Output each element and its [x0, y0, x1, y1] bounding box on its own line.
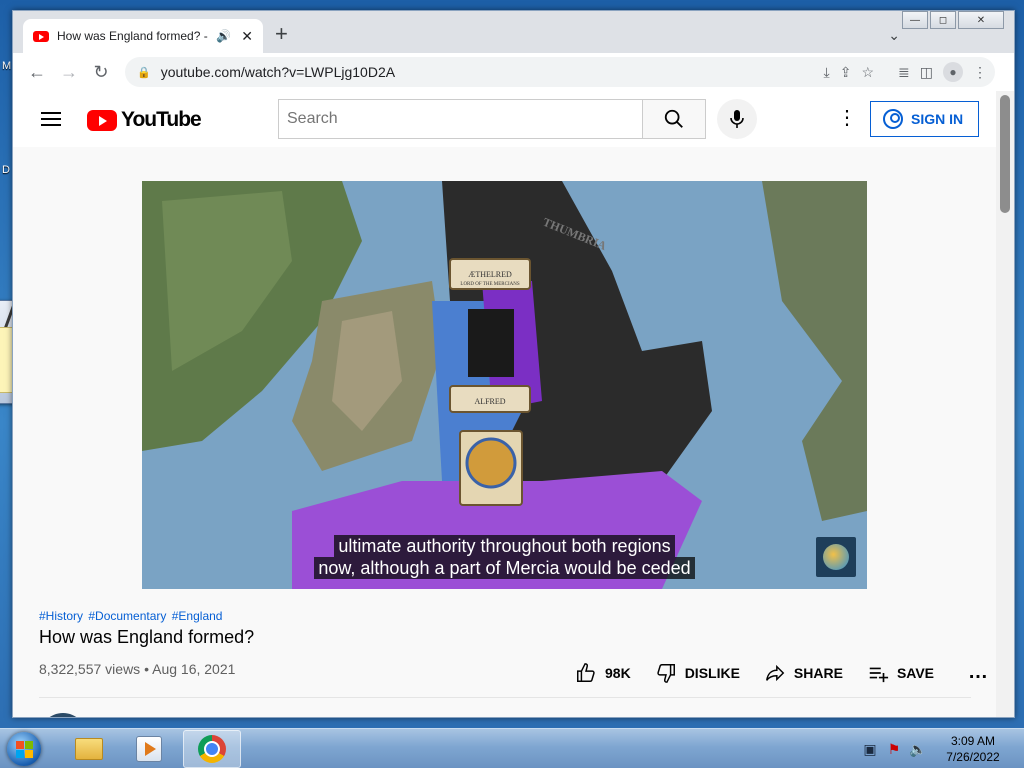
- close-window-button[interactable]: ✕: [958, 11, 1004, 29]
- tab-close-icon[interactable]: ✕: [241, 28, 253, 45]
- bookmark-star-icon[interactable]: ☆: [861, 64, 874, 81]
- side-panel-icon[interactable]: ◫: [920, 64, 933, 81]
- new-tab-button[interactable]: +: [275, 23, 288, 45]
- chrome-window: How was England formed? - 🔊 ✕ + ⌄ — ◻ ✕ …: [12, 10, 1015, 718]
- dislike-button[interactable]: DISLIKE: [655, 662, 740, 684]
- search-button[interactable]: [642, 99, 706, 139]
- settings-more-icon[interactable]: ⋮: [837, 107, 857, 129]
- url-text[interactable]: youtube.com/watch?v=LWPLjg10D2A: [161, 64, 395, 80]
- youtube-play-icon: [87, 109, 117, 131]
- minimize-button[interactable]: —: [902, 11, 928, 29]
- youtube-wordmark: YouTube: [121, 108, 202, 131]
- caption-line-1: ultimate authority throughout both regio…: [334, 535, 675, 557]
- chrome-menu-icon[interactable]: ⋮: [973, 64, 987, 81]
- view-count: 8,322,557 views: [39, 661, 141, 677]
- system-tray: ▣ ⚑ 🔈: [862, 729, 926, 768]
- video-player[interactable]: ÆTHELRED LORD OF THE MERCIANS ALFRED THU…: [142, 181, 867, 589]
- meta-separator: •: [144, 661, 149, 677]
- youtube-favicon-icon: [33, 30, 49, 42]
- caption-container: ultimate authority throughout both regio…: [142, 535, 867, 579]
- window-controls: — ◻ ✕: [902, 11, 1004, 29]
- save-button[interactable]: SAVE: [867, 662, 934, 684]
- thumbs-down-icon: [656, 663, 675, 683]
- thumbs-up-icon: [577, 662, 595, 682]
- share-button[interactable]: SHARE: [764, 662, 843, 684]
- tab-search-chevron-icon[interactable]: ⌄: [888, 27, 900, 44]
- tab-title: How was England formed? -: [57, 29, 208, 43]
- banner-text-alfred: ALFRED: [474, 397, 505, 406]
- hashtag-link[interactable]: #Documentary: [88, 609, 166, 623]
- audio-playing-icon[interactable]: 🔊: [216, 29, 231, 43]
- forward-button[interactable]: →: [53, 56, 85, 88]
- sign-in-button[interactable]: SIGN IN: [870, 101, 979, 137]
- browser-tab[interactable]: How was England formed? - 🔊 ✕: [23, 19, 263, 53]
- section-divider: [39, 697, 971, 698]
- upload-date: Aug 16, 2021: [152, 661, 236, 677]
- playlist-add-icon: [869, 667, 889, 682]
- action-center-flag-icon[interactable]: ⚑: [886, 741, 902, 757]
- chrome-icon: [198, 735, 226, 763]
- sign-in-label: SIGN IN: [911, 111, 964, 127]
- banner-subtext: LORD OF THE MERCIANS: [460, 282, 519, 287]
- account-circle-icon: [883, 109, 903, 129]
- browser-toolbar: ← → ↻ 🔒 youtube.com/watch?v=LWPLjg10D2A …: [13, 53, 1014, 91]
- start-button[interactable]: [2, 729, 46, 768]
- desktop-icon-fragment: D: [2, 164, 10, 176]
- scrollbar-thumb[interactable]: [1000, 95, 1010, 213]
- taskbar-chrome[interactable]: [183, 730, 241, 768]
- search-icon: [664, 109, 683, 128]
- lock-icon[interactable]: 🔒: [137, 66, 151, 79]
- video-frame-map: ÆTHELRED LORD OF THE MERCIANS ALFRED THU…: [142, 181, 867, 589]
- share-label: SHARE: [793, 664, 843, 681]
- install-app-icon[interactable]: ⤓: [824, 64, 830, 81]
- share-icon[interactable]: ⇪: [840, 64, 852, 81]
- network-icon[interactable]: ▣: [862, 741, 878, 757]
- banner-text-aethelred: ÆTHELRED: [468, 270, 512, 279]
- system-clock[interactable]: 3:09 AM 7/26/2022: [940, 733, 1006, 765]
- save-label: SAVE: [896, 664, 935, 681]
- clock-date: 7/26/2022: [946, 750, 1000, 764]
- profile-avatar-icon[interactable]: ●: [943, 62, 963, 82]
- taskbar: ▣ ⚑ 🔈 3:09 AM 7/26/2022: [0, 728, 1024, 768]
- share-arrow-icon: [765, 664, 785, 681]
- hamburger-menu-icon[interactable]: [41, 112, 61, 126]
- tab-strip: How was England formed? - 🔊 ✕ + ⌄ — ◻ ✕: [13, 11, 1014, 53]
- taskbar-media-player[interactable]: [120, 730, 178, 768]
- hashtag-link[interactable]: #England: [172, 609, 223, 623]
- like-button[interactable]: 98K: [575, 662, 631, 684]
- volume-icon[interactable]: 🔈: [909, 741, 926, 757]
- youtube-logo[interactable]: YouTube: [87, 108, 202, 132]
- microphone-icon: [730, 110, 744, 128]
- media-player-icon: [136, 736, 162, 762]
- page-viewport: YouTube ⋮ SIGN IN: [13, 91, 998, 717]
- desktop-icon-fragment: M: [2, 60, 12, 72]
- page-scrollbar[interactable]: [996, 91, 1014, 717]
- back-button[interactable]: ←: [21, 56, 53, 88]
- search-input[interactable]: [278, 99, 643, 139]
- clock-time: 3:09 AM: [950, 734, 996, 748]
- video-meta: 8,322,557 views • Aug 16, 2021: [39, 661, 235, 677]
- youtube-header: YouTube ⋮ SIGN IN: [13, 91, 998, 147]
- channel-watermark-icon[interactable]: [816, 537, 856, 577]
- video-actions: 98K DISLIKE SHARE SAVE …: [575, 661, 988, 684]
- address-bar[interactable]: 🔒 youtube.com/watch?v=LWPLjg10D2A ⤓ ⇪ ☆ …: [125, 57, 995, 87]
- voice-search-button[interactable]: [717, 99, 757, 139]
- channel-avatar[interactable]: [39, 713, 87, 717]
- like-count: 98K: [605, 664, 631, 681]
- hashtag-list: #History #Documentary #England: [39, 609, 224, 623]
- omnibox-actions: ⤓ ⇪ ☆ ≣ ◫ ● ⋮: [824, 57, 987, 87]
- hashtag-link[interactable]: #History: [39, 609, 83, 623]
- dislike-label: DISLIKE: [684, 664, 740, 681]
- media-control-icon[interactable]: ≣: [898, 64, 910, 81]
- taskbar-explorer[interactable]: [60, 730, 118, 768]
- maximize-button[interactable]: ◻: [930, 11, 956, 29]
- folder-icon: [75, 738, 103, 760]
- windows-logo-icon: [7, 732, 41, 766]
- more-actions-icon[interactable]: …: [968, 661, 988, 684]
- video-title: How was England formed?: [39, 627, 255, 647]
- reload-button[interactable]: ↻: [85, 56, 117, 88]
- caption-line-2: now, although a part of Mercia would be …: [314, 557, 695, 579]
